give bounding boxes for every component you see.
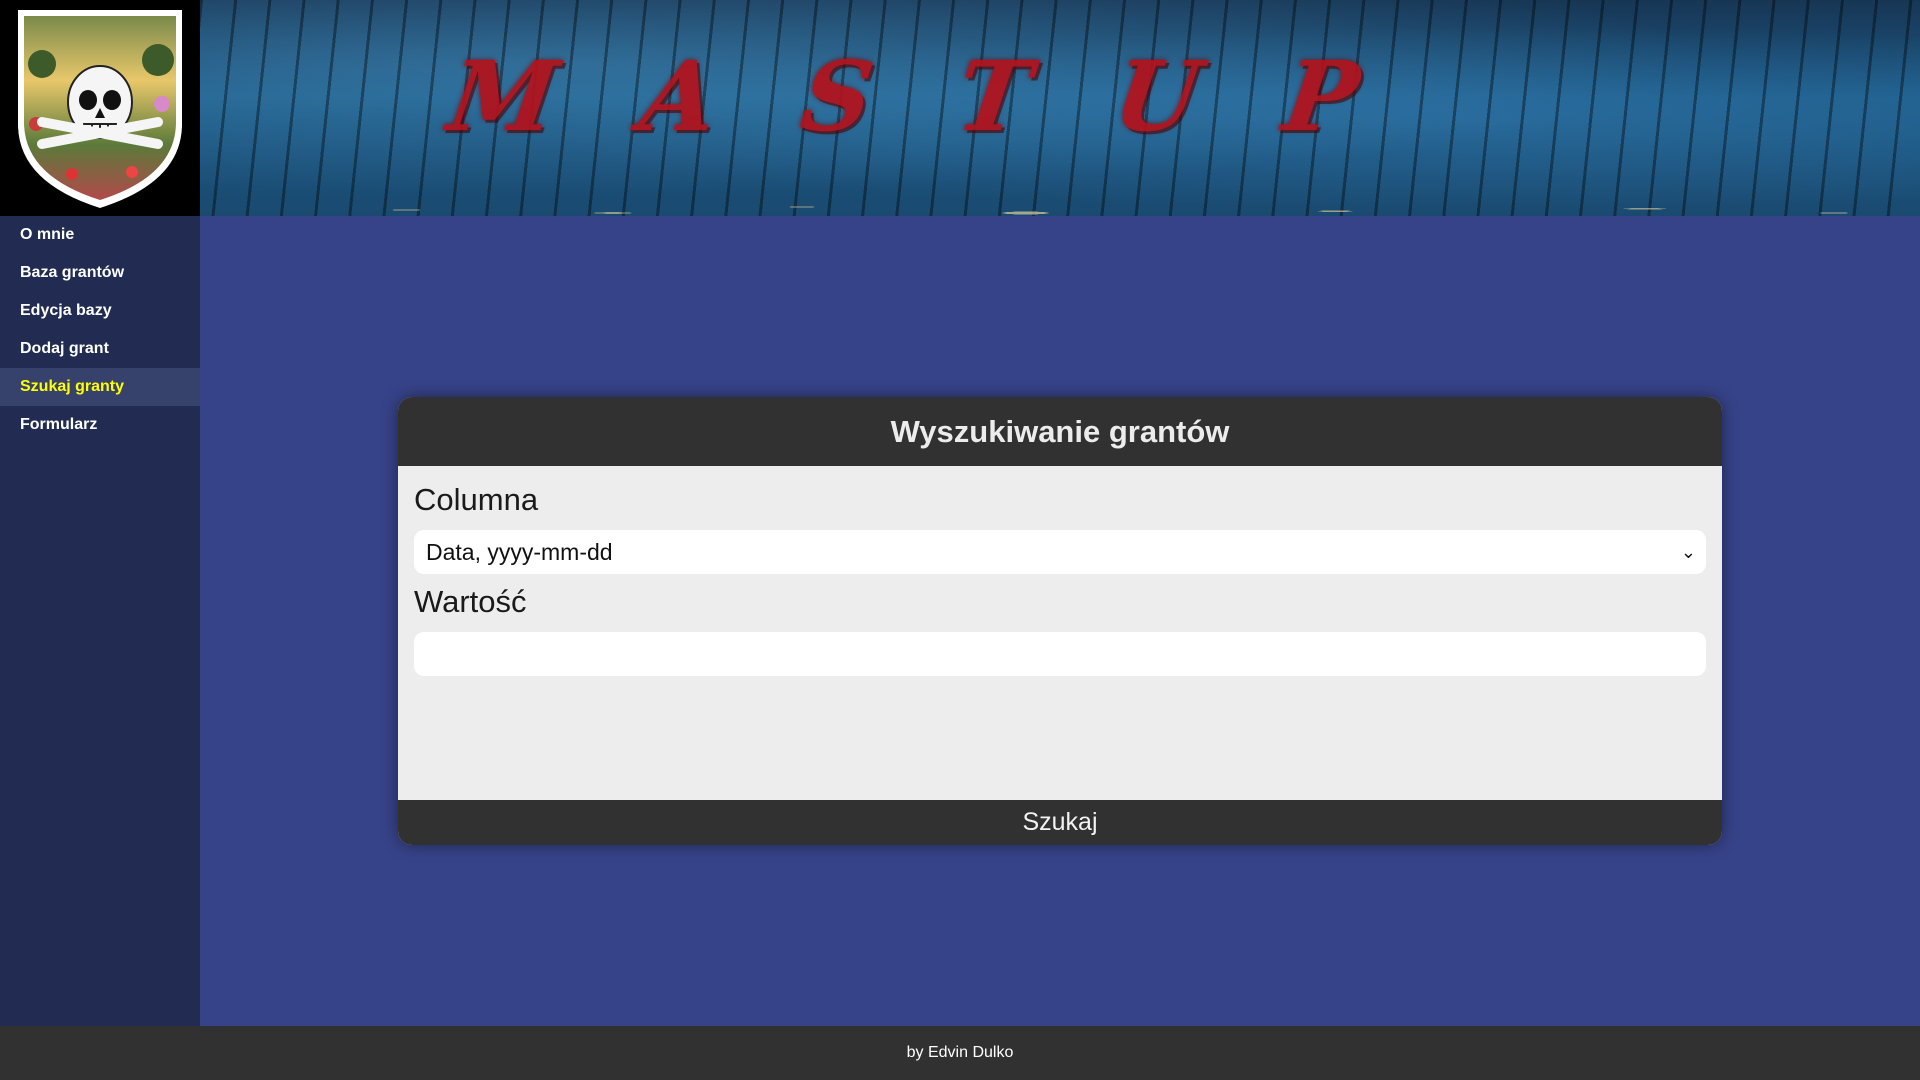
column-select[interactable]: Data, yyyy-mm-dd ⌄	[414, 530, 1706, 574]
logo[interactable]	[0, 0, 200, 216]
search-form-card: Wyszukiwanie grantów Columna Data, yyyy-…	[398, 397, 1722, 845]
form-title: Wyszukiwanie grantów	[398, 397, 1722, 466]
column-label: Columna	[414, 482, 539, 517]
chevron-down-icon: ⌄	[1680, 542, 1696, 562]
sidebar-item-dodaj-grant[interactable]: Dodaj grant	[0, 330, 200, 368]
value-label: Wartość	[414, 584, 527, 619]
footer-credit: by Edvin Dulko	[906, 1044, 1014, 1061]
sidebar-item-szukaj-granty[interactable]: Szukaj granty	[0, 368, 200, 406]
search-button[interactable]: Szukaj	[398, 800, 1722, 845]
skull-shield-logo-icon	[18, 10, 182, 208]
sidebar-item-edycja-bazy[interactable]: Edycja bazy	[0, 292, 200, 330]
sidebar-item-o-mnie[interactable]: O mnie	[0, 216, 200, 254]
header-banner: MASTUP	[200, 0, 1920, 216]
form-body: Columna Data, yyyy-mm-dd ⌄ Wartość	[398, 466, 1722, 800]
sidebar-item-formularz[interactable]: Formularz	[0, 406, 200, 444]
sidebar: O mnie Baza grantów Edycja bazy Dodaj gr…	[0, 216, 200, 1026]
sidebar-item-baza-grantow[interactable]: Baza grantów	[0, 254, 200, 292]
column-select-value: Data, yyyy-mm-dd	[426, 539, 613, 565]
value-input[interactable]	[414, 632, 1706, 676]
footer: by Edvin Dulko	[0, 1026, 1920, 1080]
header: MASTUP	[0, 0, 1920, 216]
banner-graffiti-text: MASTUP	[442, 40, 1452, 153]
